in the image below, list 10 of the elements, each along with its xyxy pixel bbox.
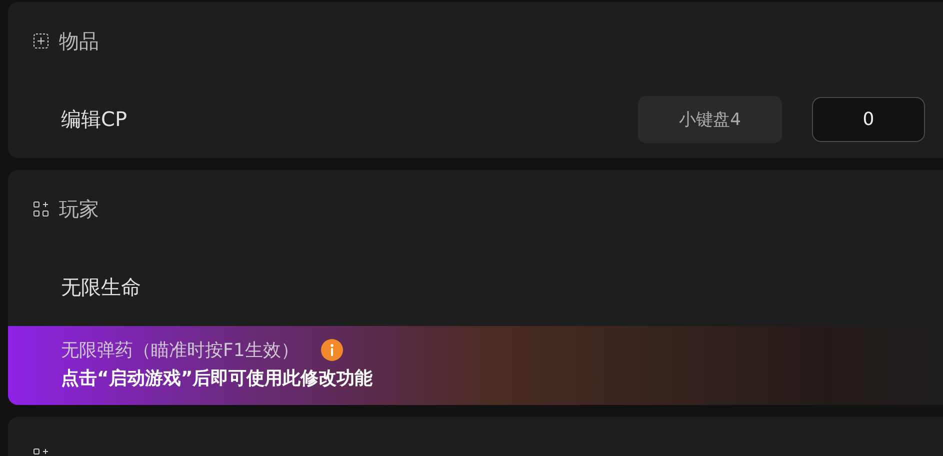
section-title: 物品: [59, 28, 99, 54]
section-title: 玩家: [59, 196, 99, 222]
option-label: 编辑CP: [61, 106, 128, 132]
add-icon: [33, 33, 49, 49]
option-label: 无限弹药（瞄准时按F1生效）: [61, 339, 299, 362]
unlock-hint: 点击“启动游戏”后即可使用此修改功能: [61, 367, 374, 390]
grid-plus-icon: [33, 201, 49, 217]
option-label: 无限生命: [61, 274, 142, 300]
value-field[interactable]: 0: [812, 96, 925, 142]
hotkey-button[interactable]: 小键盘4: [638, 96, 782, 142]
